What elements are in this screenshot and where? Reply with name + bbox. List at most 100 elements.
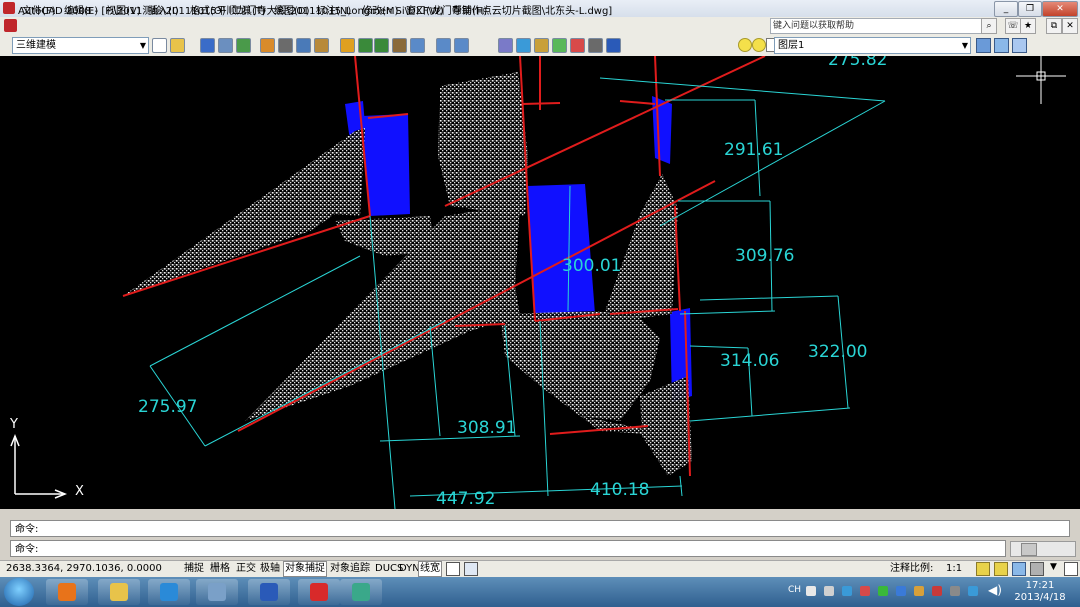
doc-close-button[interactable]: ✕ xyxy=(1062,18,1078,34)
layout-icon[interactable] xyxy=(464,562,478,576)
status-toggle[interactable]: 正交 xyxy=(234,561,258,577)
taskbar-clock[interactable]: 17:21 2013/4/18 xyxy=(1010,580,1070,604)
volume-icon[interactable]: ◀) xyxy=(988,583,1002,597)
help-search-input[interactable]: 键入问题以获取帮助 xyxy=(770,18,982,34)
status-toggle[interactable]: 对象追踪 xyxy=(328,561,372,577)
status-toggle[interactable]: 对象捕捉 xyxy=(283,561,327,577)
communication-center-icon[interactable]: ☏ xyxy=(1005,18,1021,34)
status-toggle[interactable]: 极轴 xyxy=(258,561,282,577)
tray-app-icon[interactable] xyxy=(914,586,924,596)
document-icon[interactable] xyxy=(4,19,17,32)
ime-icon[interactable] xyxy=(824,586,834,596)
tray-app-icon[interactable] xyxy=(932,586,942,596)
dim-text-314-06[interactable]: 314.06 xyxy=(720,351,779,371)
zoom-window-icon[interactable] xyxy=(436,38,451,53)
auto-scale-icon[interactable] xyxy=(994,562,1008,576)
dim-text-308-91[interactable]: 308.91 xyxy=(457,418,516,438)
open-icon[interactable] xyxy=(170,38,185,53)
layer-previous-icon[interactable] xyxy=(994,38,1009,53)
dim-text-309-76[interactable]: 309.76 xyxy=(735,246,794,266)
start-button[interactable] xyxy=(4,578,34,606)
keyboard-icon[interactable] xyxy=(806,586,816,596)
status-menu-icon[interactable]: ▼ xyxy=(1050,562,1057,572)
design-center-icon[interactable] xyxy=(516,38,531,53)
copy-icon[interactable] xyxy=(296,38,311,53)
pan-icon[interactable] xyxy=(392,38,407,53)
search-button[interactable]: ⌕ xyxy=(981,18,997,34)
menu-item[interactable]: 工具(T) xyxy=(232,2,266,17)
menu-item[interactable]: 帮助(H) xyxy=(452,2,487,17)
scrollbar-thumb[interactable] xyxy=(1021,543,1037,556)
dim-text-410-18[interactable]: 410.18 xyxy=(590,480,649,500)
internet-explorer-icon[interactable] xyxy=(148,579,190,605)
coordinate-readout[interactable]: 2638.3364, 2970.1036, 0.0000 xyxy=(4,561,164,577)
menu-item[interactable]: 绘图(D) xyxy=(274,2,310,17)
redo-icon[interactable] xyxy=(374,38,389,53)
help-icon[interactable] xyxy=(606,38,621,53)
tray-app-icon[interactable] xyxy=(842,586,852,596)
dim-text-275-97[interactable]: 275.97 xyxy=(138,397,197,417)
restore-button[interactable]: ❐ xyxy=(1018,1,1042,17)
windows-media-player-icon[interactable] xyxy=(46,579,88,605)
plot-icon[interactable] xyxy=(218,38,233,53)
dim-text-447-92[interactable]: 447.92 xyxy=(436,489,495,509)
tray-app-icon[interactable] xyxy=(950,586,960,596)
publish-icon[interactable] xyxy=(260,38,275,53)
favorites-icon[interactable]: ★ xyxy=(1020,18,1036,34)
network-icon[interactable] xyxy=(968,586,978,596)
annotation-visibility-icon[interactable] xyxy=(976,562,990,576)
close-button[interactable]: ✕ xyxy=(1042,1,1078,17)
menu-item[interactable]: 标注(N) xyxy=(316,2,351,17)
menu-item[interactable]: 窗口(W) xyxy=(406,2,444,17)
sheet-set-icon[interactable] xyxy=(552,38,567,53)
save-icon[interactable] xyxy=(200,38,215,53)
cut-icon[interactable] xyxy=(278,38,293,53)
dim-text-291-61[interactable]: 291.61 xyxy=(724,140,783,160)
model-icon[interactable] xyxy=(446,562,460,576)
kingsoft-icon[interactable] xyxy=(298,579,340,605)
doc-restore-button[interactable]: ⧉ xyxy=(1046,18,1062,34)
command-scrollbar[interactable] xyxy=(1010,541,1076,557)
language-indicator[interactable]: CH xyxy=(788,585,801,595)
zoom-previous-icon[interactable] xyxy=(454,38,469,53)
qnew-icon[interactable] xyxy=(152,38,167,53)
menu-item[interactable]: 文件(F) xyxy=(22,2,56,17)
command-input[interactable]: 命令: xyxy=(10,540,1006,557)
status-toggle[interactable]: 捕捉 xyxy=(182,561,206,577)
zoom-realtime-icon[interactable] xyxy=(410,38,425,53)
autocad-icon[interactable] xyxy=(340,579,382,605)
workspace-switch-icon[interactable] xyxy=(1012,562,1026,576)
paste-icon[interactable] xyxy=(314,38,329,53)
dim-text-300-01[interactable]: 300.01 xyxy=(562,256,621,276)
undo-icon[interactable] xyxy=(358,38,373,53)
status-toggle[interactable]: 栅格 xyxy=(208,561,232,577)
dim-text-275-82[interactable]: 275.82 xyxy=(828,56,887,70)
menu-item[interactable]: 编辑(E) xyxy=(64,2,98,17)
lock-icon[interactable] xyxy=(1030,562,1044,576)
tray-app-icon[interactable] xyxy=(896,586,906,596)
menu-item[interactable]: 格式(O) xyxy=(190,2,226,17)
status-toggle[interactable]: 线宽 xyxy=(418,561,442,577)
menu-item[interactable]: 视图(V) xyxy=(106,2,141,17)
calculator-icon[interactable] xyxy=(196,579,238,605)
make-current-layer-icon[interactable] xyxy=(976,38,991,53)
calculator-icon[interactable] xyxy=(588,38,603,53)
workspace-select[interactable]: 三维建模 ▼ xyxy=(12,37,149,54)
layer-select[interactable]: 图层1 ▼ xyxy=(774,37,971,54)
tool-palettes-icon[interactable] xyxy=(534,38,549,53)
tray-app-icon[interactable] xyxy=(860,586,870,596)
menu-item[interactable]: 插入(I) xyxy=(148,2,179,17)
properties-icon[interactable] xyxy=(498,38,513,53)
layer-states-icon[interactable] xyxy=(1012,38,1027,53)
preview-icon[interactable] xyxy=(236,38,251,53)
layer-on-icon[interactable] xyxy=(738,38,752,52)
drawing-canvas[interactable]: 275.82 291.61 309.76 300.01 314.06 322.0… xyxy=(0,56,1080,509)
annotation-scale-value[interactable]: 1:1 xyxy=(944,561,964,577)
dim-text-322-00[interactable]: 322.00 xyxy=(808,342,867,362)
layer-freeze-icon[interactable] xyxy=(752,38,766,52)
matchprop-icon[interactable] xyxy=(340,38,355,53)
clean-screen-icon[interactable] xyxy=(1064,562,1078,576)
word-icon[interactable] xyxy=(248,579,290,605)
tray-app-icon[interactable] xyxy=(878,586,888,596)
markup-icon[interactable] xyxy=(570,38,585,53)
